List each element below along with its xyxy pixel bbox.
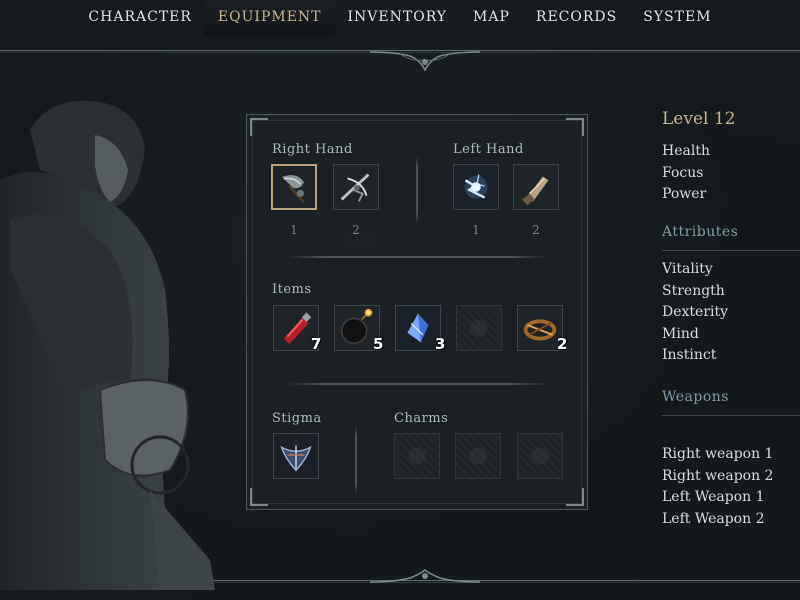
attributes-rule	[662, 250, 800, 251]
stigma-slot[interactable]	[273, 433, 319, 479]
left-hand-slot-2[interactable]	[513, 164, 559, 210]
slot-number: 2	[532, 223, 540, 237]
stat-health: Health	[662, 143, 710, 159]
ornament-icon	[370, 569, 480, 583]
left-hand-label: Left Hand	[453, 142, 524, 157]
stat-left-weapon-1: Left Weapon 1	[662, 489, 765, 505]
charms-label: Charms	[394, 411, 449, 426]
right-hand-label: Right Hand	[272, 142, 353, 157]
corner-ornament	[566, 118, 584, 136]
tab-map[interactable]: MAP	[460, 0, 523, 36]
tab-equipment[interactable]: EQUIPMENT	[204, 0, 335, 36]
equipment-panel: Right Hand 1 2 Left Hand 1 2 Items 7 5 3…	[246, 114, 588, 510]
stats-panel: Level 12 Health Focus Power Attributes V…	[662, 0, 800, 600]
attributes-heading: Attributes	[662, 224, 739, 240]
right-hand-slot-2[interactable]	[333, 164, 379, 210]
slot-number: 1	[472, 223, 480, 237]
charm-slot-1[interactable]	[394, 433, 440, 479]
stigma-label: Stigma	[272, 411, 322, 426]
section-divider	[287, 383, 549, 385]
ornament-icon	[370, 51, 480, 72]
item-count: 7	[311, 335, 322, 353]
item-slot-4[interactable]	[456, 305, 502, 351]
charm-slot-2[interactable]	[455, 433, 501, 479]
stat-instinct: Instinct	[662, 347, 717, 363]
charm-slot-3[interactable]	[517, 433, 563, 479]
blue-crystal-icon	[396, 306, 440, 350]
stat-right-weapon-1: Right weapon 1	[662, 446, 774, 462]
corner-ornament	[250, 118, 268, 136]
corner-ornament	[250, 488, 268, 506]
tab-records[interactable]: RECORDS	[523, 0, 630, 36]
stat-right-weapon-2: Right weapon 2	[662, 468, 774, 484]
rope-trap-icon	[518, 306, 562, 350]
gauntlet-weapon-icon	[514, 165, 558, 209]
crossbow-weapon-icon	[334, 165, 378, 209]
tab-character[interactable]: CHARACTER	[75, 0, 205, 36]
corner-ornament	[566, 488, 584, 506]
stat-vitality: Vitality	[662, 261, 713, 277]
item-count: 5	[373, 335, 384, 353]
right-hand-slot-1[interactable]	[271, 164, 317, 210]
level-label: Level 12	[662, 109, 736, 129]
weapons-rule	[662, 415, 800, 416]
axe-weapon-icon	[273, 166, 315, 208]
stat-mind: Mind	[662, 326, 699, 342]
character-portrait	[0, 100, 215, 590]
section-divider	[287, 256, 549, 258]
slot-number: 1	[290, 223, 298, 237]
stigma-charms-divider	[355, 427, 357, 493]
item-count: 3	[435, 335, 446, 353]
items-label: Items	[272, 282, 312, 297]
hand-divider	[416, 157, 418, 223]
stigma-sigil-icon	[274, 434, 318, 478]
stat-focus: Focus	[662, 165, 704, 181]
stat-dexterity: Dexterity	[662, 304, 729, 320]
stat-strength: Strength	[662, 283, 725, 299]
lightning-spell-icon	[454, 165, 498, 209]
tab-inventory[interactable]: INVENTORY	[335, 0, 461, 36]
stat-power: Power	[662, 186, 707, 202]
stat-left-weapon-2: Left Weapon 2	[662, 511, 765, 527]
left-hand-slot-1[interactable]	[453, 164, 499, 210]
slot-number: 2	[352, 223, 360, 237]
item-count: 2	[557, 335, 568, 353]
weapons-heading: Weapons	[662, 389, 729, 405]
